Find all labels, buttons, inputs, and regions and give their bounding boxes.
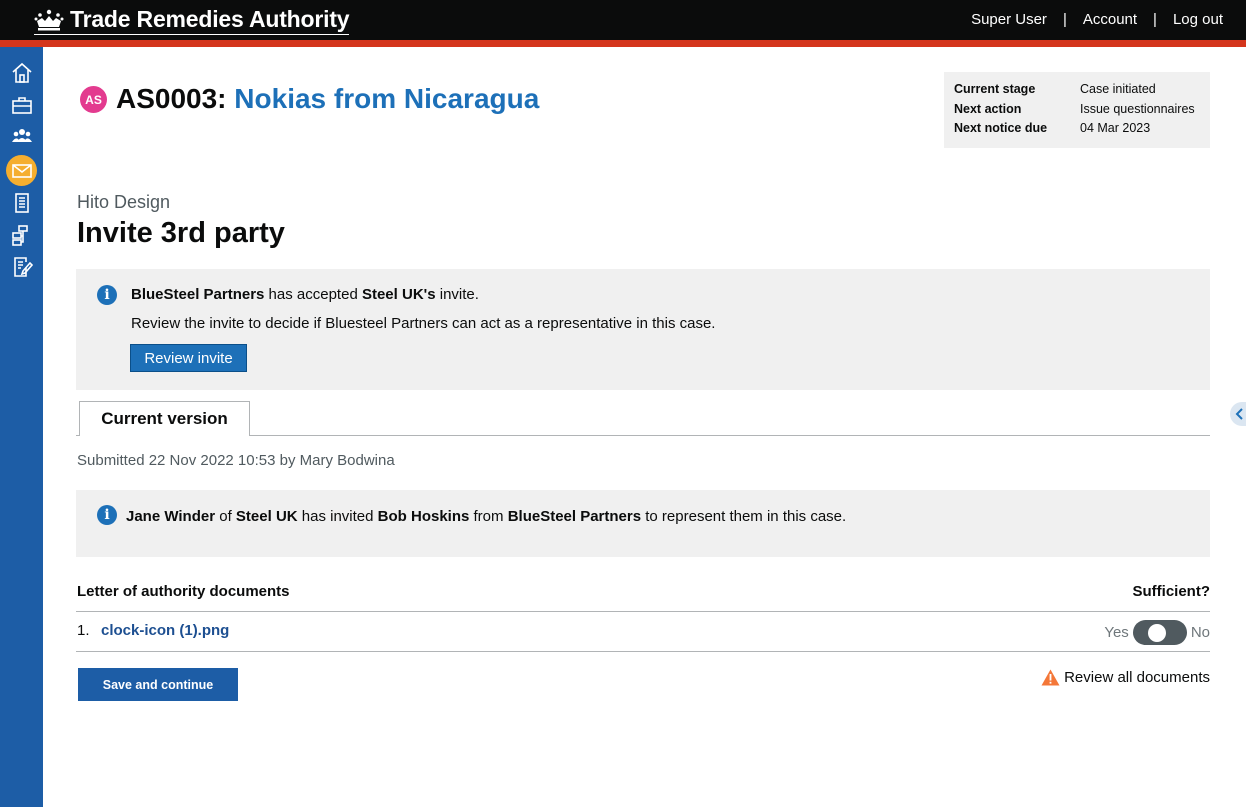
notice-text: from [469, 508, 508, 525]
table-divider [76, 611, 1210, 612]
stage-value: Issue questionnaires [1080, 102, 1195, 116]
invitation-text: Jane Winder of Steel UK has invited Bob … [126, 508, 846, 525]
sitemap-icon[interactable] [8, 221, 36, 249]
stage-row: Next action Issue questionnaires [954, 102, 1195, 116]
inviter-name: Steel UK's [361, 286, 436, 303]
invitee-person: Bob Hoskins [377, 508, 470, 525]
crown-logo-icon [34, 9, 64, 30]
party-name: BlueSteel Partners [131, 286, 265, 303]
info-icon: i [97, 505, 117, 525]
avatar: AS [80, 86, 107, 113]
people-icon[interactable] [8, 122, 36, 150]
submitted-info: Submitted 22 Nov 2022 10:53 by Mary Bodw… [77, 452, 395, 469]
stage-row: Next notice due 04 Mar 2023 [954, 121, 1150, 135]
nav-separator: | [1153, 11, 1157, 28]
invite-accepted-notice: i BlueSteel Partners has accepted Steel … [76, 269, 1210, 390]
sidebar [0, 47, 43, 807]
sufficient-heading: Sufficient? [1132, 583, 1211, 600]
nav-log-out[interactable]: Log out [1173, 11, 1223, 28]
toggle-no-label: No [1190, 624, 1210, 641]
nav-separator: | [1062, 11, 1067, 28]
notice-text: of [215, 508, 236, 525]
inviter-org: Steel UK [235, 508, 298, 525]
stage-row: Current stage Case initiated [954, 82, 1156, 96]
nav-super-user[interactable]: Super User [971, 11, 1047, 28]
review-invite-button[interactable]: Review invite [130, 344, 247, 372]
toggle-yes-label: Yes [1104, 624, 1129, 641]
mail-icon[interactable] [6, 155, 37, 186]
inviter-person: Jane Winder [126, 508, 216, 525]
notice-text: invite. [435, 286, 479, 303]
site-title: Trade Remedies Authority [70, 6, 350, 32]
notice-line: BlueSteel Partners has accepted Steel UK… [131, 286, 479, 303]
case-stage-summary: Current stage Case initiated Next action… [944, 72, 1210, 148]
briefcase-icon[interactable] [8, 91, 36, 119]
notice-text: has invited [297, 508, 378, 525]
document-link[interactable]: clock-icon (1).png [101, 622, 229, 639]
notice-description: Review the invite to decide if Bluesteel… [131, 315, 716, 332]
collapse-panel-button[interactable] [1230, 402, 1246, 426]
sufficient-toggle-group: Yes No [1104, 620, 1210, 645]
page-caption: Hito Design [77, 192, 171, 212]
stage-label: Current stage [954, 82, 1036, 96]
review-all-documents[interactable]: Review all documents [1041, 669, 1210, 686]
case-name-link[interactable]: Nokias from Nicaragua [234, 83, 539, 114]
case-reference: AS0003: [116, 83, 227, 114]
edit-document-icon[interactable] [8, 253, 36, 281]
stage-label: Next notice due [954, 121, 1048, 135]
review-all-label: Review all documents [1064, 669, 1210, 686]
home-icon[interactable] [8, 59, 36, 87]
stage-label: Next action [954, 102, 1022, 116]
documents-heading: Letter of authority documents [77, 583, 290, 600]
stage-value: 04 Mar 2023 [1080, 121, 1151, 135]
invitee-org: BlueSteel Partners [507, 508, 642, 525]
info-icon: i [97, 285, 117, 305]
page-title: Invite 3rd party [77, 217, 285, 249]
tab-current-version[interactable]: Current version [79, 401, 250, 436]
sufficient-toggle[interactable] [1132, 620, 1187, 645]
table-divider [76, 651, 1210, 652]
row-number: 1. [77, 622, 90, 639]
warning-icon [1041, 669, 1060, 686]
chevron-left-icon [1235, 408, 1243, 420]
nav-account[interactable]: Account [1083, 11, 1137, 28]
notice-text: has accepted [264, 286, 362, 303]
notice-text: to represent them in this case. [641, 508, 847, 525]
stage-value: Case initiated [1080, 82, 1156, 96]
top-nav: Super User | Account | Log out [971, 11, 1223, 28]
invitation-notice: i Jane Winder of Steel UK has invited Bo… [76, 490, 1210, 557]
top-header: Trade Remedies Authority Super User | Ac… [0, 0, 1246, 40]
save-and-continue-button[interactable]: Save and continue [78, 668, 238, 701]
document-icon[interactable] [8, 189, 36, 217]
toggle-knob [1147, 624, 1166, 642]
case-title: AS0003: Nokias from Nicaragua [116, 83, 539, 115]
brand-link[interactable]: Trade Remedies Authority [34, 6, 350, 35]
header-red-stripe [0, 40, 1246, 47]
